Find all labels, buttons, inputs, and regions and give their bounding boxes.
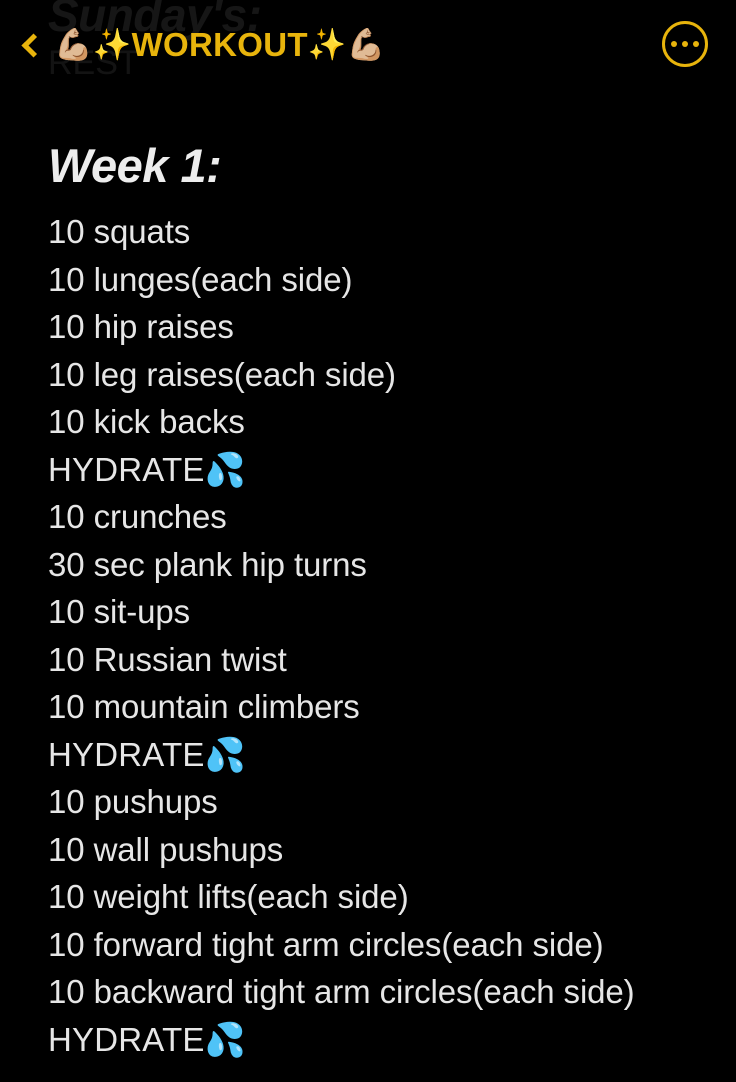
- exercise-list-item: 30 sec plank hip turns: [48, 545, 367, 583]
- exercise-list-item: 10 crunches: [48, 498, 227, 535]
- more-options-button[interactable]: [662, 21, 708, 67]
- note-content-area[interactable]: Week 1: 10 squats 10 lunges(each side) 10 …: [0, 90, 736, 1082]
- exercise-list-item: 10 mountain climbers: [48, 688, 360, 725]
- exercise-list-item: 10 forward tight arm circles(each side): [48, 925, 604, 963]
- hydrate-reminder-item: HYDRATE💦: [48, 450, 246, 488]
- ellipsis-dot-3-icon: [693, 41, 699, 47]
- exercise-list-item: 10 pushups: [48, 783, 218, 820]
- exercise-list-item: 10 weight lifts(each side): [48, 878, 409, 915]
- back-button[interactable]: [8, 14, 54, 76]
- week-heading: Week 1:: [48, 139, 222, 192]
- sparkles-flexed-biceps-right-icon: ✨💪🏼: [307, 27, 386, 61]
- note-title[interactable]: 💪🏼✨ WORKOUT ✨💪🏼: [54, 28, 662, 61]
- note-title-text: WORKOUT: [131, 27, 308, 61]
- flexed-biceps-sparkles-left-icon: 💪🏼✨: [54, 27, 132, 61]
- exercise-list-item: 10 squats: [48, 213, 191, 250]
- hydrate-reminder-item: HYDRATE💦: [48, 735, 246, 773]
- exercise-list-item: 10 sit-ups: [48, 593, 191, 630]
- top-navigation-bar: 💪🏼✨ WORKOUT ✨💪🏼: [0, 0, 736, 90]
- exercise-list-item: 10 Russian twist: [48, 640, 287, 678]
- exercise-list-item: 10 hip raises: [48, 308, 234, 345]
- chevron-left-icon: [21, 32, 46, 58]
- exercise-list-item: 10 lunges(each side): [48, 260, 353, 298]
- exercise-list-item: 10 kick backs: [48, 403, 245, 440]
- exercise-list-item: 10 wall pushups: [48, 830, 284, 868]
- ellipsis-dot-2-icon: [682, 41, 688, 47]
- ellipsis-dot-1-icon: [671, 41, 677, 47]
- hydrate-reminder-item: HYDRATE💦: [48, 1020, 246, 1058]
- exercise-list-item: 10 leg raises(each side): [48, 355, 396, 393]
- exercise-list-item: 10 backward tight arm circles(each side): [48, 973, 635, 1010]
- exercise-list: 10 squats 10 lunges(each side) 10 hip rais…: [48, 208, 716, 1063]
